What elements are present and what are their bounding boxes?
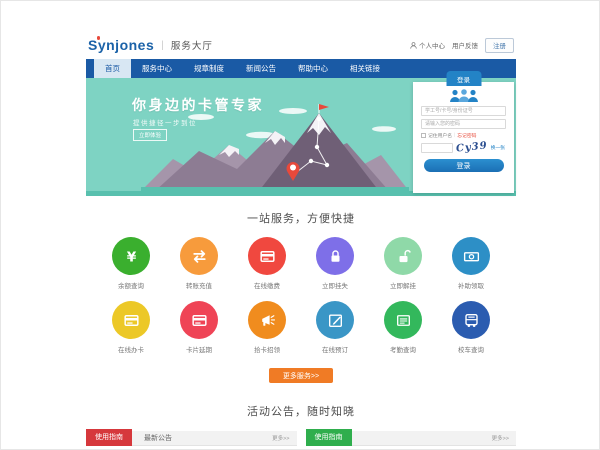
service-item-label: 在线缴费 [242,280,292,290]
announcements-title: 活动公告，随时知晓 [86,403,516,419]
more-link-left[interactable]: 更多>> [272,434,289,442]
service-item-label: 转账充值 [174,280,224,290]
password-input[interactable] [421,119,506,129]
users-icon [447,89,481,103]
forgot-password-link[interactable]: 忘记密码 [457,132,476,139]
login-tab[interactable]: 登录 [446,71,481,86]
service-item-8[interactable]: 拾卡招领 [242,301,292,354]
feedback-link[interactable]: 用户反馈 [452,40,478,50]
service-item-3[interactable]: 立即挂失 [310,237,360,290]
yen-icon [112,237,150,275]
service-item-label: 立即解挂 [378,280,428,290]
personal-center-link[interactable]: 个人中心 [410,40,445,50]
list-icon [384,301,422,339]
username-input[interactable] [421,106,506,116]
logo-red-dot-icon [97,36,101,40]
edit-icon [316,301,354,339]
site-container: Synjones | 服务大厅 个人中心 用户反馈 注册 首页服务中心规章制度新… [86,31,516,446]
header-divider: | [161,40,164,51]
services-title: 一站服务，方便快捷 [86,210,516,226]
tab-latest-announcements[interactable]: 最新公告 [144,433,172,443]
change-captcha-link[interactable]: 换一张 [491,144,505,151]
nav-item-5[interactable]: 相关链接 [339,59,391,78]
card-icon [248,237,286,275]
nav-item-0[interactable]: 首页 [94,59,131,78]
services-row-1: 余额查询 转账充值 在线缴费 立即挂失 立即解挂 补助领取 [86,237,516,290]
service-item-4[interactable]: 立即解挂 [378,237,428,290]
personal-center-label: 个人中心 [419,40,445,50]
services-section: 一站服务，方便快捷 余额查询 转账充值 在线缴费 立即挂失 立即解挂 补助领取 在线办卡 卡… [86,196,516,383]
lock-icon [316,237,354,275]
remember-label: 记住用户名 [428,132,452,139]
services-row-2: 在线办卡 卡片延期 拾卡招领 在线预订 考勤查询 校车查询 [86,301,516,354]
more-link-right[interactable]: 更多>> [492,434,509,442]
transfer-icon [180,237,218,275]
service-item-6[interactable]: 在线办卡 [106,301,156,354]
service-item-label: 在线预订 [310,344,360,354]
captcha-image[interactable]: Cy39 [456,140,489,154]
hero-cta-button[interactable]: 立即体验 [133,129,167,141]
service-item-2[interactable]: 在线缴费 [242,237,292,290]
card-icon [180,301,218,339]
megaphone-icon [248,301,286,339]
page: Synjones | 服务大厅 个人中心 用户反馈 注册 首页服务中心规章制度新… [0,0,600,450]
service-item-11[interactable]: 校车查询 [446,301,496,354]
announcements-section: 活动公告，随时知晓 使用指南 最新公告 更多>> 使用指南 更多>> [86,403,516,446]
remember-row: 记住用户名 | 忘记密码 [421,132,506,139]
service-item-5[interactable]: 补助领取 [446,237,496,290]
service-item-label: 在线办卡 [106,344,156,354]
site-title: 服务大厅 [171,38,213,52]
service-item-label: 补助领取 [446,280,496,290]
bus-icon [452,301,490,339]
header: Synjones | 服务大厅 个人中心 用户反馈 注册 [86,31,516,59]
service-item-0[interactable]: 余额查询 [106,237,156,290]
service-item-9[interactable]: 在线预订 [310,301,360,354]
login-panel: 登录 记住用户名 | 忘记密码 Cy39 换一张 [413,82,514,193]
hero-subtitle: 提供捷径一步到位 [133,117,197,127]
tab-usage-guide[interactable]: 使用指南 [86,429,132,446]
logo[interactable]: Synjones [88,37,154,53]
service-item-label: 拾卡招领 [242,344,292,354]
guide-tab-bar-2: 使用指南 更多>> [306,431,517,446]
announcement-tab-bars: 使用指南 最新公告 更多>> 使用指南 更多>> [86,431,516,446]
user-icon [410,42,417,49]
header-right: 个人中心 用户反馈 注册 [410,38,514,53]
nav-item-1[interactable]: 服务中心 [131,59,183,78]
guide-tab-bar: 使用指南 最新公告 更多>> [86,431,297,446]
service-item-label: 立即挂失 [310,280,360,290]
feedback-label: 用户反馈 [452,40,478,50]
banknote-icon [452,237,490,275]
card-icon [112,301,150,339]
unlock-icon [384,237,422,275]
service-item-label: 余额查询 [106,280,156,290]
captcha-input[interactable] [421,143,453,153]
nav-item-4[interactable]: 帮助中心 [287,59,339,78]
service-item-label: 考勤查询 [378,344,428,354]
hero-banner: 你身边的卡管专家 提供捷径一步到位 立即体验 登录 记住用户名 | 忘记密码 [86,78,516,196]
captcha-row: Cy39 换一张 [421,142,506,153]
hero-headline: 你身边的卡管专家 [132,95,264,115]
login-sep: | [454,133,455,138]
remember-checkbox[interactable] [421,133,426,138]
service-item-label: 校车查询 [446,344,496,354]
service-item-1[interactable]: 转账充值 [174,237,224,290]
service-item-label: 卡片延期 [174,344,224,354]
tab-usage-guide-2[interactable]: 使用指南 [306,429,352,446]
login-submit-button[interactable]: 登录 [424,159,504,172]
nav-item-3[interactable]: 新闻公告 [235,59,287,78]
more-services-button[interactable]: 更多服务>> [269,368,333,383]
service-item-10[interactable]: 考勤查询 [378,301,428,354]
nav-item-2[interactable]: 规章制度 [183,59,235,78]
register-button[interactable]: 注册 [485,38,514,53]
service-item-7[interactable]: 卡片延期 [174,301,224,354]
